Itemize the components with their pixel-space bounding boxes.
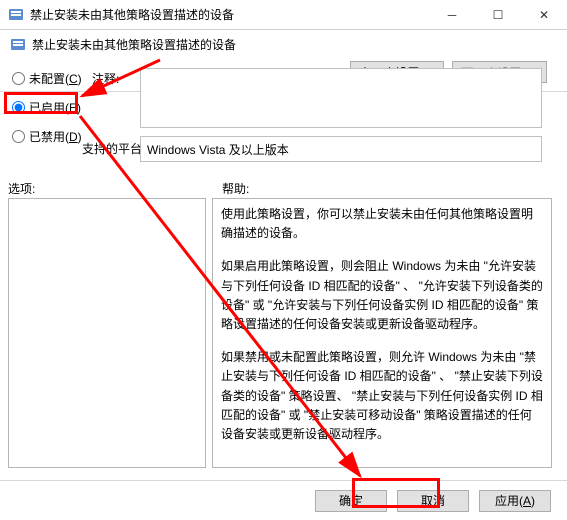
minimize-button[interactable]: ─ (429, 0, 475, 30)
app-icon (8, 7, 24, 23)
comment-label: 注释: (92, 70, 119, 87)
help-paragraph: 如果启用此策略设置，则会阻止 Windows 为未由 "允许安装与下列任何设备 … (221, 257, 543, 334)
radio-enabled[interactable]: 已启用(E) (12, 99, 82, 116)
radio-enabled-input[interactable] (12, 101, 25, 114)
radio-disabled-input[interactable] (12, 130, 25, 143)
options-label: 选项: (8, 180, 35, 197)
window-controls: ─ ☐ ✕ (429, 0, 567, 29)
title-bar: 禁止安装未由其他策略设置描述的设备 ─ ☐ ✕ (0, 0, 567, 30)
window-title: 禁止安装未由其他策略设置描述的设备 (30, 6, 429, 23)
ok-button[interactable]: 确定 (315, 490, 387, 512)
policy-title: 禁止安装未由其他策略设置描述的设备 (32, 36, 236, 53)
help-label: 帮助: (222, 180, 249, 197)
supported-platform: Windows Vista 及以上版本 (140, 136, 542, 162)
help-paragraph: 如果禁用或未配置此策略设置，则允许 Windows 为未由 "禁止安装与下列任何… (221, 348, 543, 444)
comment-textarea[interactable] (140, 68, 542, 128)
help-panel[interactable]: 使用此策略设置，你可以禁止安装未由任何其他策略设置明确描述的设备。 如果启用此策… (212, 198, 552, 468)
dialog-footer: 确定 取消 应用(A) (0, 480, 567, 520)
policy-header: 禁止安装未由其他策略设置描述的设备 (0, 30, 567, 57)
radio-not-configured[interactable]: 未配置(C) (12, 70, 82, 87)
platform-label: 支持的平台: (82, 140, 145, 157)
policy-icon (10, 37, 26, 53)
radio-not-configured-input[interactable] (12, 72, 25, 85)
maximize-button[interactable]: ☐ (475, 0, 521, 30)
options-panel[interactable] (8, 198, 206, 468)
apply-button[interactable]: 应用(A) (479, 490, 551, 512)
cancel-button[interactable]: 取消 (397, 490, 469, 512)
state-radio-group: 未配置(C) 已启用(E) 已禁用(D) (12, 70, 82, 145)
radio-disabled[interactable]: 已禁用(D) (12, 128, 82, 145)
help-paragraph: 使用此策略设置，你可以禁止安装未由任何其他策略设置明确描述的设备。 (221, 205, 543, 243)
close-button[interactable]: ✕ (521, 0, 567, 30)
